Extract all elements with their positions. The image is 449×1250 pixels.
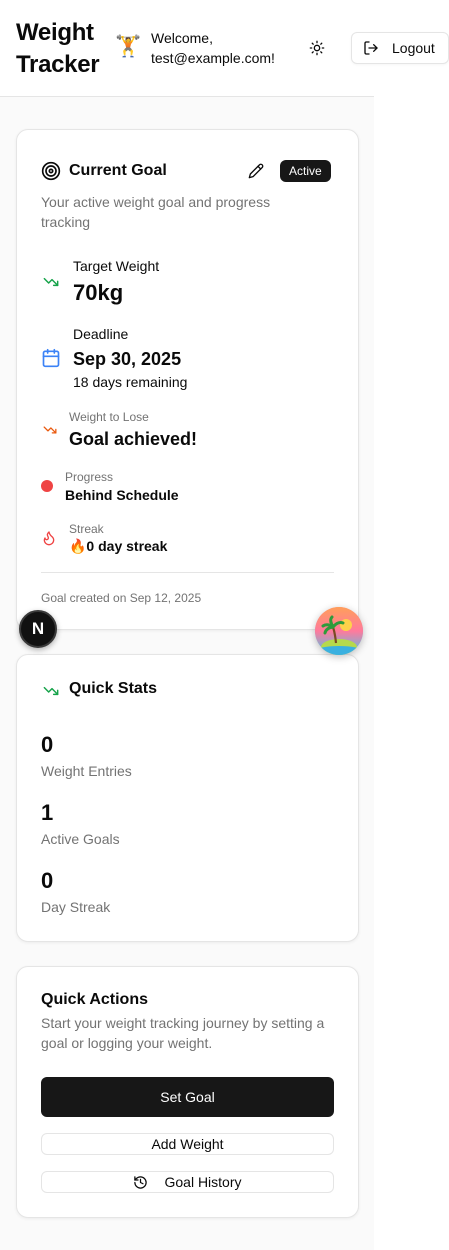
- target-weight-value: 70kg: [73, 280, 124, 305]
- quick-stats-title: Quick Stats: [69, 680, 158, 697]
- welcome-text: Welcome, test@example.com!: [151, 30, 275, 66]
- goal-created-date: Goal created on Sep 12, 2025: [41, 591, 202, 605]
- logout-button[interactable]: Logout: [351, 32, 449, 64]
- stat-value-day-streak: 0: [41, 868, 54, 893]
- sun-icon: [309, 40, 325, 56]
- target-weight-label: Target Weight: [73, 258, 160, 274]
- trending-down-icon: [43, 426, 57, 434]
- logout-label: Logout: [392, 40, 435, 56]
- stat-label-day-streak: Day Streak: [41, 899, 111, 915]
- divider: [41, 572, 334, 573]
- pencil-icon: [248, 163, 264, 179]
- streak-label: Streak: [69, 522, 104, 536]
- stat-value-weight-entries: 0: [41, 732, 54, 757]
- island-icon: [315, 607, 363, 655]
- app-header: Weight Tracker 🏋️ Welcome, test@example.…: [0, 0, 449, 97]
- log-out-icon: [364, 41, 378, 55]
- quick-actions-description: Start your weight tracking journey by se…: [41, 1015, 325, 1051]
- flame-icon: [43, 531, 55, 546]
- stat-value-active-goals: 1: [41, 800, 54, 825]
- goal-history-button[interactable]: Goal History: [41, 1171, 334, 1193]
- calendar-icon: [42, 348, 60, 368]
- stat-label-active-goals: Active Goals: [41, 831, 120, 847]
- avatar: 🏋️: [115, 35, 142, 58]
- deadline-value: Sep 30, 2025: [73, 349, 182, 369]
- stat-label-weight-entries: Weight Entries: [41, 763, 132, 779]
- edit-goal-button[interactable]: [245, 160, 267, 182]
- current-goal-card: Current Goal Active Your active weight g…: [16, 129, 359, 630]
- island-emoji-badge[interactable]: [315, 607, 363, 655]
- current-goal-description: Your active weight goal and progress tra…: [41, 194, 271, 230]
- quick-actions-title: Quick Actions: [41, 991, 148, 1008]
- progress-status-dot: [41, 480, 53, 492]
- progress-label: Progress: [65, 470, 114, 484]
- weight-to-lose-label: Weight to Lose: [69, 410, 149, 424]
- set-goal-button[interactable]: Set Goal: [41, 1077, 334, 1117]
- target-icon: [41, 161, 61, 181]
- status-badge: Active: [280, 160, 331, 182]
- add-weight-button[interactable]: Add Weight: [41, 1133, 334, 1155]
- app-title: Weight Tracker: [16, 19, 100, 78]
- trending-down-icon: [43, 277, 59, 287]
- streak-value: 🔥0 day streak: [69, 538, 168, 554]
- quick-actions-card: Quick Actions Start your weight tracking…: [16, 966, 359, 1218]
- progress-value: Behind Schedule: [65, 487, 179, 503]
- days-remaining: 18 days remaining: [73, 374, 188, 390]
- goal-history-label: Goal History: [164, 1174, 242, 1190]
- quick-stats-card: Quick Stats 0 Weight Entries 1 Active Go…: [16, 654, 359, 942]
- current-goal-title: Current Goal: [69, 162, 167, 179]
- weight-to-lose-value: Goal achieved!: [69, 429, 198, 449]
- next-dev-indicator[interactable]: N: [19, 610, 57, 648]
- theme-toggle-button[interactable]: [305, 36, 329, 60]
- history-icon: [134, 1175, 148, 1189]
- trending-down-icon: [43, 686, 59, 696]
- deadline-label: Deadline: [73, 326, 129, 342]
